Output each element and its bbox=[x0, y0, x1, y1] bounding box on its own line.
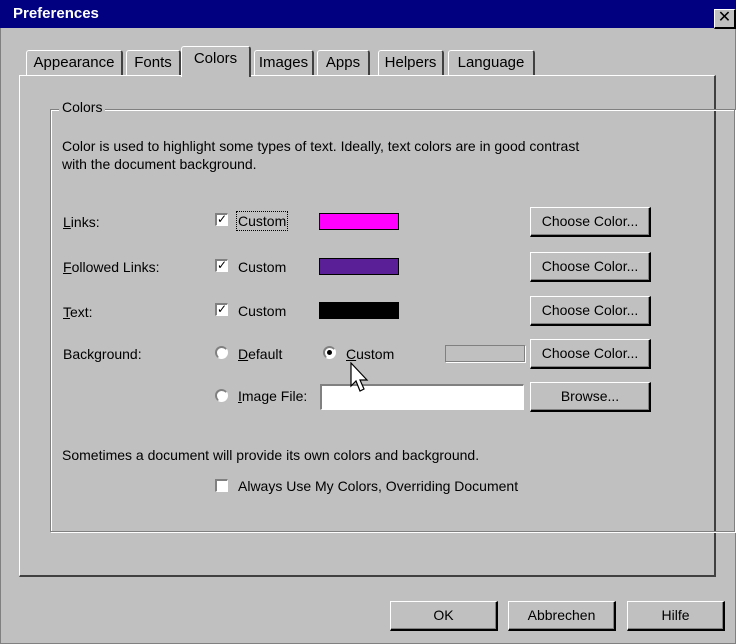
tab-colors-label: Colors bbox=[193, 50, 238, 67]
close-icon: ✕ bbox=[717, 9, 732, 26]
text-color-swatch bbox=[319, 302, 399, 319]
text-custom-label[interactable]: Custom bbox=[238, 303, 286, 319]
background-default-label[interactable]: Default bbox=[238, 346, 282, 362]
close-button[interactable]: ✕ bbox=[714, 9, 736, 29]
colors-group-title: Colors bbox=[59, 99, 106, 115]
check-icon: ✓ bbox=[217, 302, 228, 316]
links-color-swatch bbox=[319, 213, 399, 230]
followed-links-color-swatch bbox=[319, 258, 399, 275]
tab-fonts[interactable]: Fonts bbox=[126, 50, 181, 76]
ok-button[interactable]: OK bbox=[390, 601, 498, 631]
always-use-colors-checkbox[interactable] bbox=[215, 479, 228, 492]
text-label: Text: bbox=[63, 304, 93, 320]
background-custom-label[interactable]: Custom bbox=[346, 346, 394, 362]
radio-selected-dot bbox=[327, 350, 332, 355]
background-custom-radio[interactable] bbox=[323, 346, 336, 359]
links-label: Links: bbox=[63, 214, 100, 230]
text-custom-checkbox[interactable]: ✓ bbox=[215, 303, 228, 316]
window-title: Preferences bbox=[13, 5, 99, 22]
followed-links-label: Followed Links: bbox=[63, 259, 160, 275]
background-default-radio[interactable] bbox=[215, 346, 228, 359]
title-bar[interactable] bbox=[0, 0, 736, 28]
browse-button[interactable]: Browse... bbox=[530, 382, 651, 412]
colors-description-line2: with the document background. bbox=[62, 156, 257, 172]
links-custom-label[interactable]: Custom bbox=[235, 211, 289, 231]
tab-helpers[interactable]: Helpers bbox=[378, 50, 444, 76]
background-color-swatch bbox=[445, 345, 525, 362]
image-file-radio[interactable] bbox=[215, 389, 228, 402]
text-choose-color-button[interactable]: Choose Color... bbox=[530, 296, 651, 326]
links-choose-color-button[interactable]: Choose Color... bbox=[530, 207, 651, 237]
check-icon: ✓ bbox=[217, 212, 228, 226]
cancel-button[interactable]: Abbrechen bbox=[508, 601, 616, 631]
followed-links-custom-checkbox[interactable]: ✓ bbox=[215, 259, 228, 272]
tab-appearance[interactable]: Appearance bbox=[26, 50, 123, 76]
tab-images[interactable]: Images bbox=[254, 50, 314, 76]
tab-apps[interactable]: Apps bbox=[317, 50, 370, 76]
background-choose-color-button[interactable]: Choose Color... bbox=[530, 339, 651, 369]
image-file-label[interactable]: Image File: bbox=[238, 388, 307, 404]
followed-links-choose-color-button[interactable]: Choose Color... bbox=[530, 252, 651, 282]
links-custom-checkbox[interactable]: ✓ bbox=[215, 213, 228, 226]
followed-links-custom-label[interactable]: Custom bbox=[238, 259, 286, 275]
check-icon: ✓ bbox=[217, 258, 228, 272]
arrow-cursor-icon bbox=[350, 362, 369, 392]
override-note: Sometimes a document will provide its ow… bbox=[62, 447, 480, 463]
help-button[interactable]: Hilfe bbox=[627, 601, 725, 631]
colors-description-line1: Color is used to highlight some types of… bbox=[62, 138, 580, 154]
always-use-colors-label[interactable]: Always Use My Colors, Overriding Documen… bbox=[238, 478, 518, 494]
tab-colors[interactable]: Colors bbox=[181, 46, 251, 77]
background-label: Background: bbox=[63, 346, 142, 362]
tab-language[interactable]: Language bbox=[448, 50, 535, 76]
